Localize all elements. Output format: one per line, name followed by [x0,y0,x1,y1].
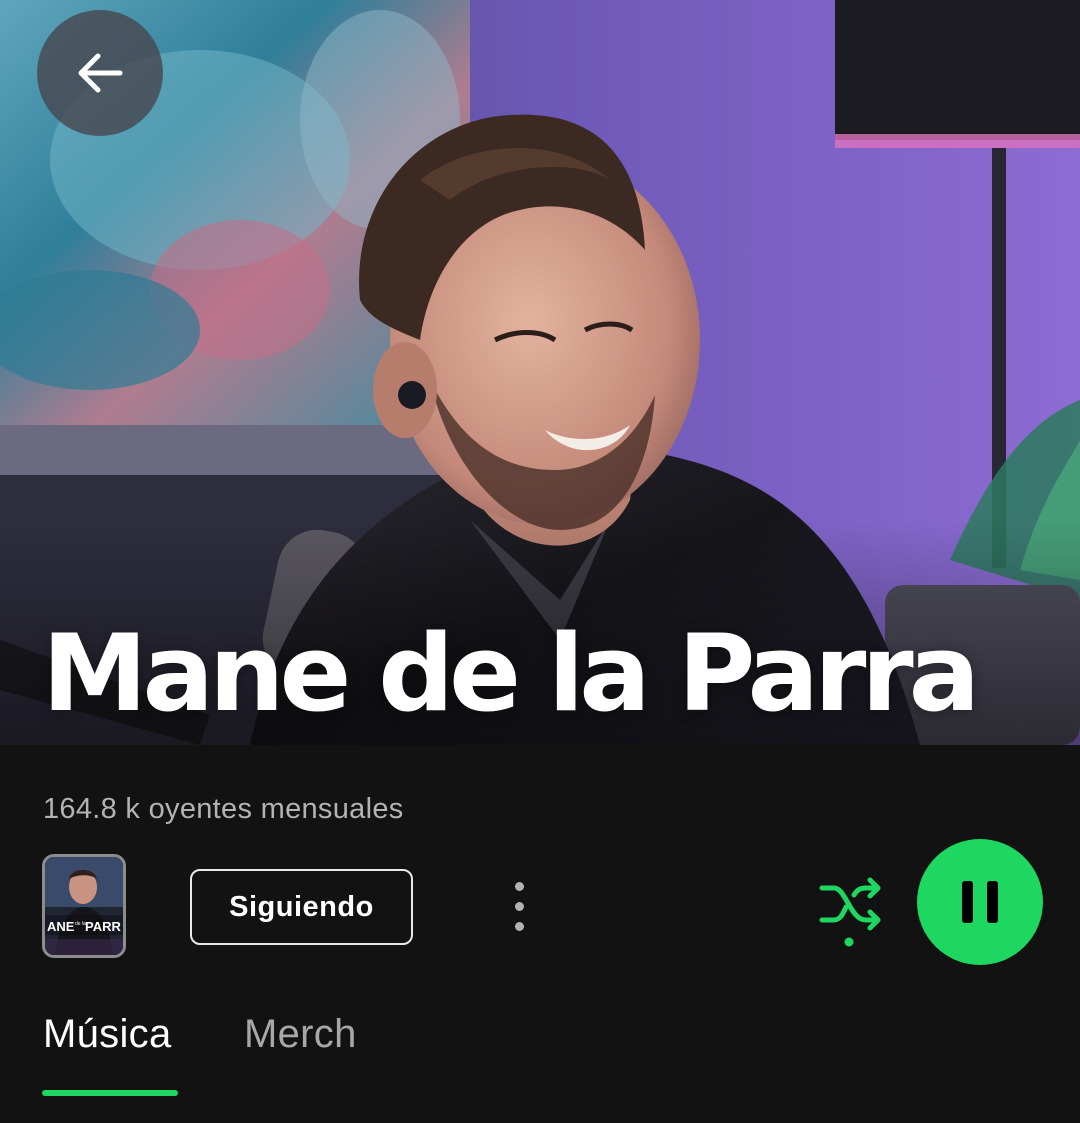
tab-merch[interactable]: Merch [244,1012,357,1057]
monthly-listeners: 164.8 k oyentes mensuales [43,793,404,825]
more-vertical-icon-dot [514,921,524,931]
pause-icon-bar [987,881,998,923]
shuffle-button[interactable] [812,874,888,952]
more-options-button[interactable] [498,872,540,940]
release-thumbnail[interactable]: ANE de la PARR [42,854,126,958]
arrow-left-icon [78,53,123,93]
artist-hero: Mane de la Parra [0,0,1080,745]
artist-tabs: Música Merch [0,1004,1080,1104]
release-artwork: ANE de la PARR [45,857,123,955]
tab-selected-indicator [42,1090,178,1096]
artist-page: Mane de la Parra 164.8 k oyentes mensual… [0,0,1080,1123]
back-button[interactable] [37,10,163,136]
artist-name: Mane de la Parra [42,612,980,735]
release-title-right: PARR [85,919,121,934]
release-title-left: ANE [47,919,75,934]
more-vertical-icon-dot [514,901,524,911]
pause-button[interactable] [917,839,1043,965]
action-row: ANE de la PARR Siguiendo [0,838,1080,966]
shuffle-icon [819,877,881,947]
pause-icon [962,881,973,923]
more-vertical-icon [514,881,524,891]
follow-button[interactable]: Siguiendo [190,869,413,945]
tab-musica[interactable]: Música [43,1012,172,1057]
